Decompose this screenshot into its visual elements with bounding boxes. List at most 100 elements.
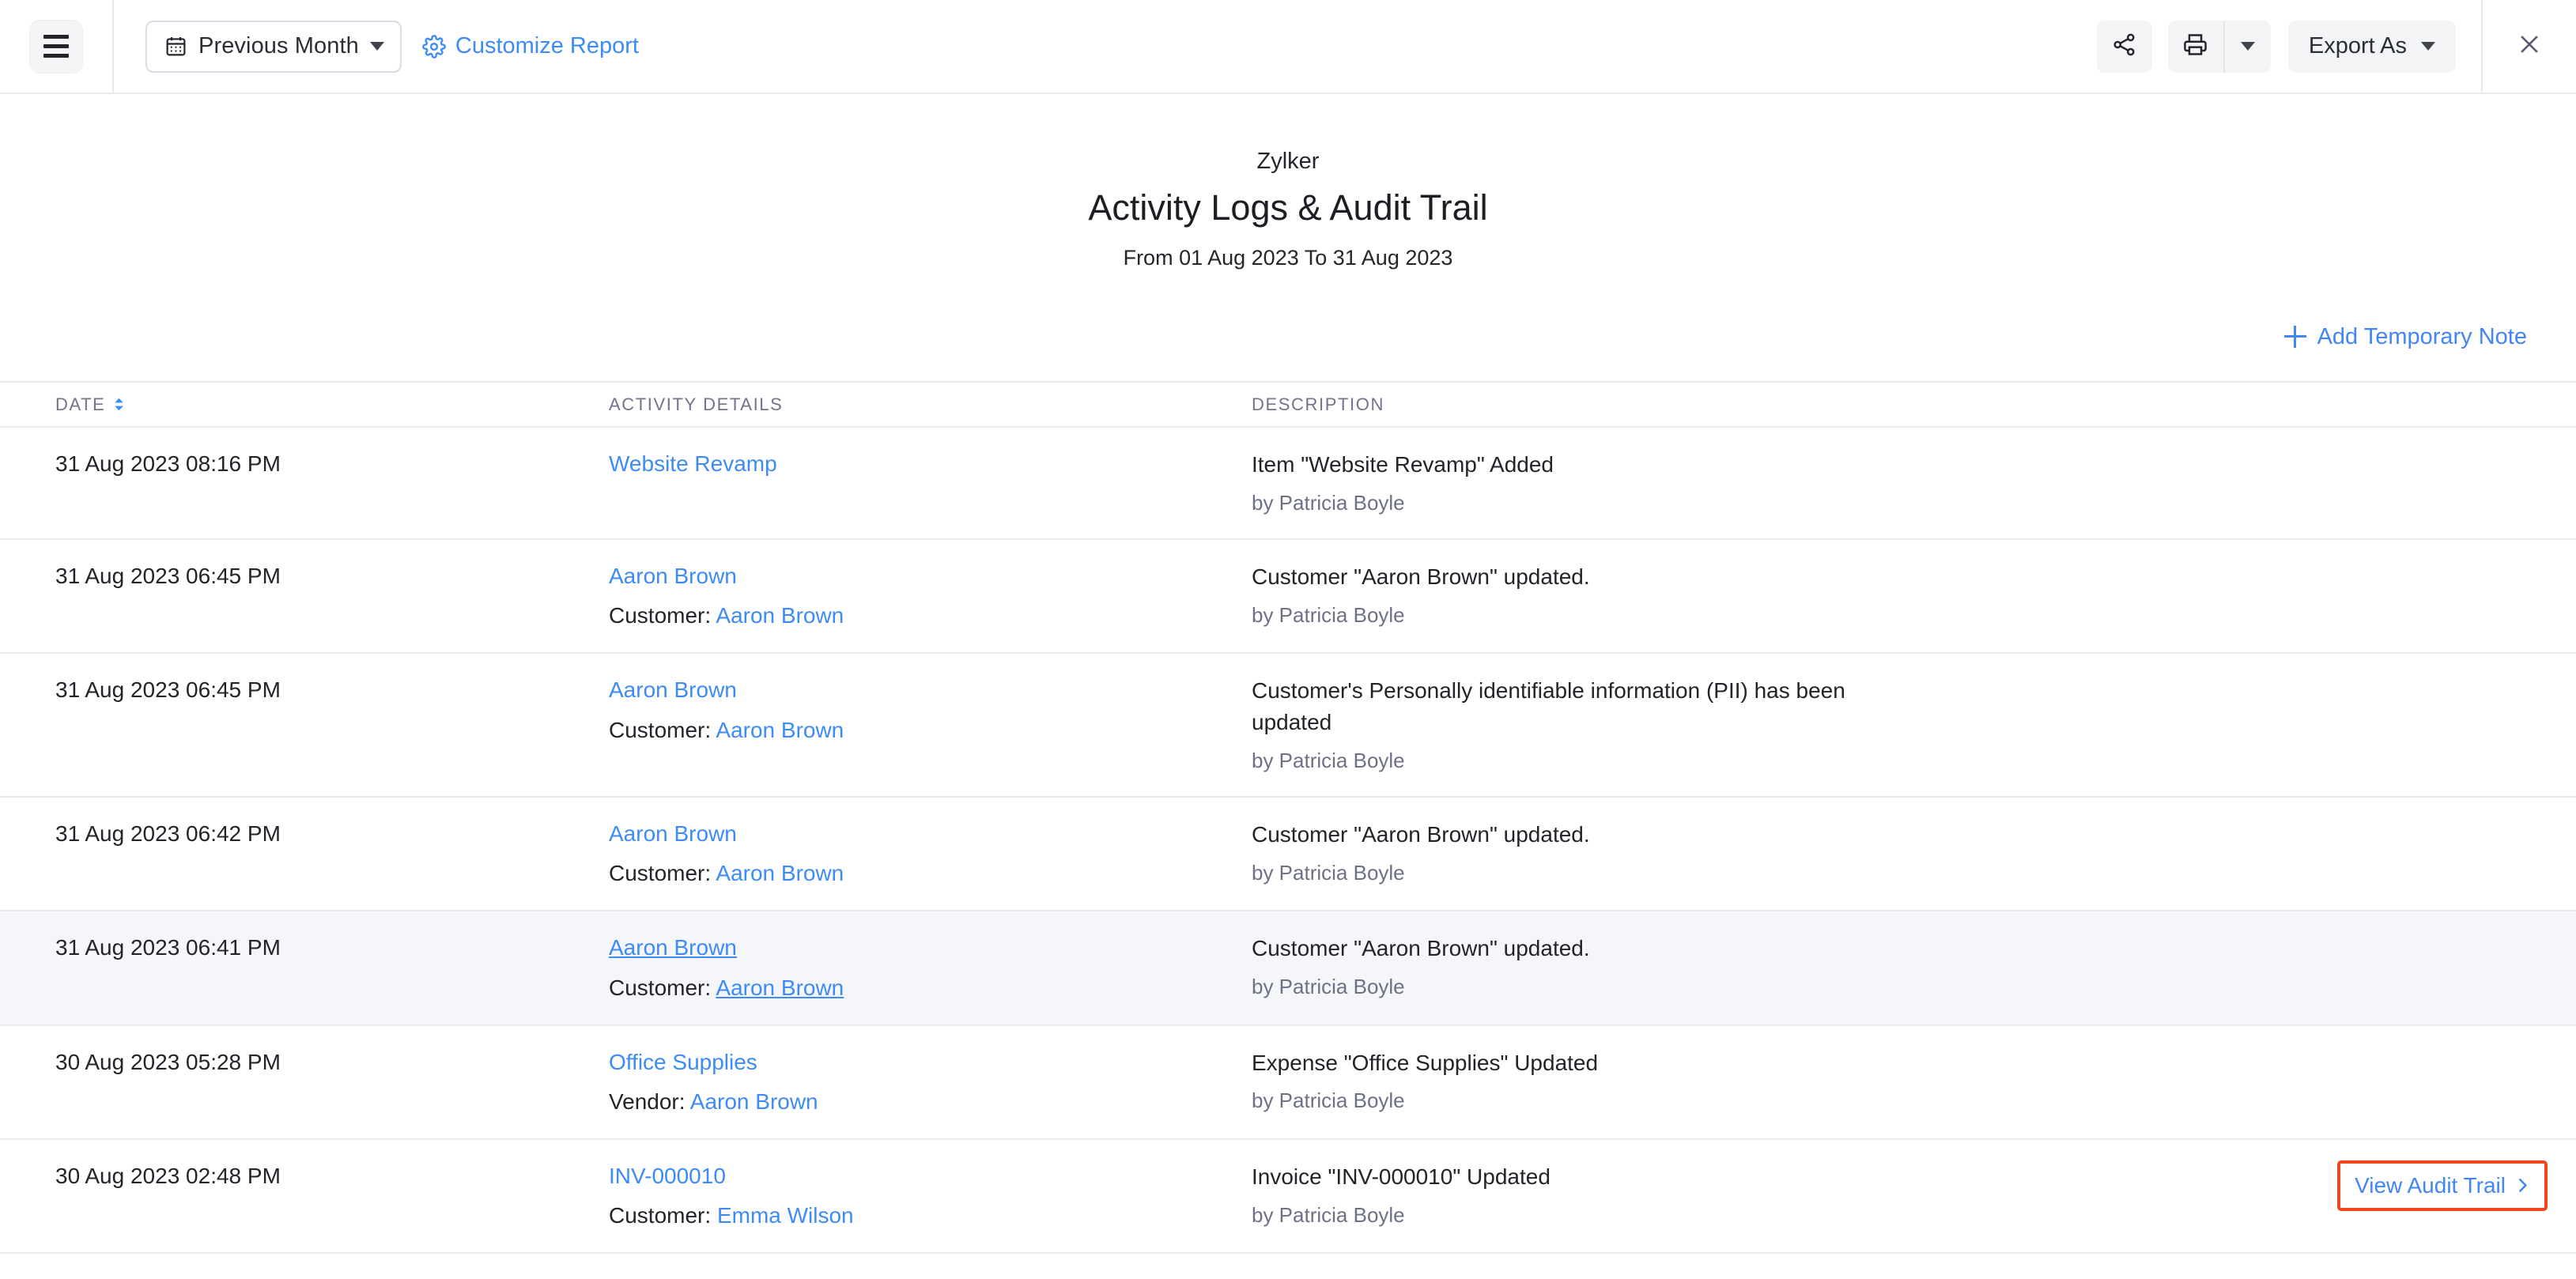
- view-audit-trail-label: View Audit Trail: [2355, 1172, 2506, 1198]
- hamburger-icon-line: [43, 44, 69, 48]
- sort-icon[interactable]: [113, 397, 125, 412]
- toolbar-middle-section: Previous Month Customize Report: [114, 20, 639, 73]
- activity-log-table: DATE ACTIVITY DETAILS DESCRIPTION 31 Aug…: [0, 381, 2576, 1279]
- activity-link[interactable]: Payment Received: [609, 1275, 795, 1279]
- column-header-description-label: DESCRIPTION: [1252, 394, 1384, 414]
- row-date-cell: 30 Aug 2023 05:28 PM: [0, 1047, 601, 1077]
- row-description-author: by Patricia Boyle: [1252, 490, 1405, 515]
- page-title: Activity Logs & Audit Trail: [1088, 187, 1488, 228]
- row-description-text: Payment received from Emma Wilson was re…: [1252, 1275, 1876, 1279]
- row-date-value: 31 Aug 2023 06:42 PM: [55, 821, 281, 847]
- activity-subline: Customer: Emma Wilson: [609, 1201, 1245, 1231]
- calendar-icon: [164, 35, 187, 58]
- gear-icon: [421, 34, 446, 58]
- plus-icon: [2283, 326, 2306, 349]
- share-icon: [2111, 32, 2137, 62]
- activity-subline-link[interactable]: Aaron Brown: [690, 1089, 818, 1114]
- row-description-text: Expense "Office Supplies" Updated: [1252, 1050, 1599, 1075]
- activity-subline-label: Vendor:: [609, 1088, 690, 1114]
- table-row[interactable]: 31 Aug 2023 06:45 PM Aaron Brown Customer:…: [0, 540, 2576, 655]
- table-row[interactable]: 31 Aug 2023 06:42 PM Aaron Brown Customer:…: [0, 798, 2576, 912]
- organization-name: Zylker: [1256, 149, 1320, 174]
- row-date-cell: 30 Aug 2023 02:48 PM: [0, 1161, 601, 1191]
- top-toolbar: Previous Month Customize Report Export A…: [0, 0, 2576, 94]
- export-as-button[interactable]: Export As: [2287, 20, 2456, 73]
- row-description-cell: Payment received from Emma Wilson was re…: [1245, 1275, 2576, 1279]
- row-date-value: 30 Aug 2023 02:48 PM: [55, 1275, 601, 1279]
- row-description-text: Customer "Aaron Brown" updated.: [1252, 564, 1590, 590]
- row-description-text: Customer "Aaron Brown" updated.: [1252, 822, 1590, 847]
- row-description-author: by Patricia Boyle: [1252, 1088, 1405, 1113]
- report-header: Zylker Activity Logs & Audit Trail From …: [0, 94, 2576, 270]
- view-audit-trail-wrapper: View Audit Trail: [2337, 1160, 2548, 1211]
- activity-subline-label: Customer:: [609, 603, 716, 628]
- row-date-cell: 31 Aug 2023 06:41 PM: [0, 933, 601, 963]
- activity-subline-link[interactable]: Aaron Brown: [716, 975, 844, 1000]
- chevron-right-icon: [2515, 1173, 2530, 1198]
- column-header-description[interactable]: DESCRIPTION: [1245, 394, 2576, 415]
- row-activity-cell: Website Revamp: [601, 449, 1245, 479]
- add-temporary-note-label: Add Temporary Note: [2317, 323, 2527, 349]
- row-date-cell: 31 Aug 2023 06:42 PM: [0, 819, 601, 849]
- row-date-value: 30 Aug 2023 05:28 PM: [55, 1049, 281, 1074]
- row-description-cell: Customer "Aaron Brown" updated. by Patric…: [1245, 933, 2576, 1001]
- customize-report-button[interactable]: Customize Report: [421, 33, 639, 59]
- hamburger-menu-button[interactable]: [29, 19, 83, 74]
- share-button[interactable]: [2096, 20, 2152, 73]
- printer-icon: [2182, 32, 2208, 62]
- row-date-cell: 31 Aug 2023 06:45 PM: [0, 561, 601, 591]
- activity-link[interactable]: Aaron Brown: [609, 819, 737, 849]
- row-date-value: 30 Aug 2023 02:48 PM: [55, 1163, 281, 1188]
- table-row[interactable]: 31 Aug 2023 06:45 PM Aaron Brown Customer:…: [0, 654, 2576, 798]
- activity-subline-label: Customer:: [609, 975, 716, 1000]
- activity-link[interactable]: Office Supplies: [609, 1047, 757, 1077]
- activity-subline: Vendor: Aaron Brown: [609, 1087, 1245, 1117]
- column-header-date[interactable]: DATE: [0, 394, 601, 415]
- table-row[interactable]: 31 Aug 2023 08:16 PM Website Revamp Item "…: [0, 428, 2576, 541]
- activity-link[interactable]: INV-000010: [609, 1161, 726, 1191]
- table-row[interactable]: 30 Aug 2023 05:28 PM Office Supplies Vendo…: [0, 1026, 2576, 1140]
- row-description-cell: Item "Website Revamp" Added by Patricia B…: [1245, 449, 2576, 517]
- print-button[interactable]: [2168, 20, 2225, 73]
- row-date-value: 31 Aug 2023 06:41 PM: [55, 935, 281, 960]
- table-header-row: DATE ACTIVITY DETAILS DESCRIPTION: [0, 383, 2576, 428]
- note-row: Add Temporary Note: [0, 319, 2576, 354]
- date-range-select[interactable]: Previous Month: [145, 20, 402, 73]
- column-header-activity-details[interactable]: ACTIVITY DETAILS: [601, 394, 1245, 415]
- activity-subline-link[interactable]: Aaron Brown: [716, 718, 844, 742]
- hamburger-icon-line: [43, 54, 69, 58]
- row-description-author: by Patricia Boyle: [1252, 748, 1405, 772]
- activity-subline-label: Customer:: [609, 1202, 717, 1228]
- table-row[interactable]: 30 Aug 2023 02:48 PMPayment ReceivedCust…: [0, 1254, 2576, 1279]
- row-description-cell: Customer "Aaron Brown" updated. by Patric…: [1245, 819, 2576, 887]
- close-button[interactable]: [2483, 0, 2576, 93]
- print-options-button[interactable]: [2225, 21, 2271, 73]
- row-activity-cell: Aaron Brown Customer: Aaron Brown: [601, 819, 1245, 889]
- activity-subline-link[interactable]: Aaron Brown: [716, 861, 844, 885]
- toolbar-right-section: Export As: [2096, 0, 2576, 93]
- row-date-cell: 30 Aug 2023 02:48 PM: [0, 1275, 601, 1279]
- activity-subline-label: Customer:: [609, 717, 716, 742]
- activity-link[interactable]: Aaron Brown: [609, 675, 737, 705]
- activity-link[interactable]: Aaron Brown: [609, 561, 737, 591]
- row-date-value: 31 Aug 2023 06:45 PM: [55, 677, 281, 703]
- date-range-label: Previous Month: [198, 33, 359, 58]
- row-date-cell: 31 Aug 2023 06:45 PM: [0, 675, 601, 705]
- customize-report-label: Customize Report: [455, 33, 639, 58]
- row-description-text: Customer "Aaron Brown" updated.: [1252, 936, 1590, 961]
- add-temporary-note-button[interactable]: Add Temporary Note: [2283, 319, 2527, 354]
- row-description-cell: Customer's Personally identifiable infor…: [1245, 675, 2576, 775]
- activity-subline-link[interactable]: Aaron Brown: [716, 603, 844, 628]
- activity-subline-link[interactable]: Emma Wilson: [717, 1203, 854, 1228]
- row-description-cell: Customer "Aaron Brown" updated. by Patric…: [1245, 561, 2576, 629]
- row-date-value: 31 Aug 2023 06:45 PM: [55, 564, 281, 589]
- table-row[interactable]: 30 Aug 2023 02:48 PM INV-000010 Customer: …: [0, 1140, 2576, 1254]
- table-row[interactable]: 31 Aug 2023 06:41 PM Aaron Brown Customer:…: [0, 911, 2576, 1026]
- close-icon: [2516, 31, 2543, 62]
- activity-link[interactable]: Aaron Brown: [609, 933, 737, 963]
- row-description-author: by Patricia Boyle: [1252, 603, 1405, 628]
- row-date-cell: 31 Aug 2023 08:16 PM: [0, 449, 601, 479]
- view-audit-trail-button[interactable]: View Audit Trail: [2337, 1160, 2548, 1211]
- report-date-range: From 01 Aug 2023 To 31 Aug 2023: [1123, 245, 1453, 270]
- activity-link[interactable]: Website Revamp: [609, 449, 777, 479]
